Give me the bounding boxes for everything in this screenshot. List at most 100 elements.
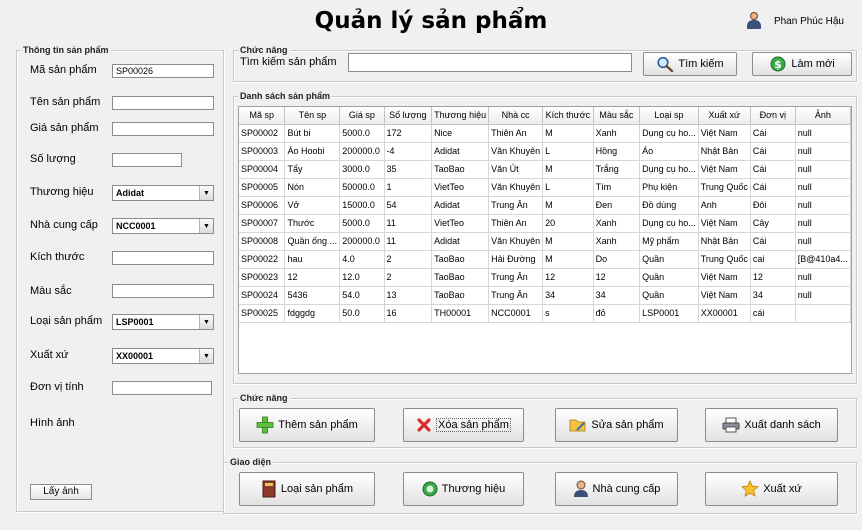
supplier-combobox[interactable]: NCC0001 ▼ [112, 218, 214, 234]
delete-product-label: Xóa sản phẩm [436, 418, 511, 432]
table-cell: null [795, 214, 851, 233]
table-cell: Hải Đường [488, 250, 544, 269]
product-table[interactable]: Mã sp Tên sp Giá sp Số lượng Thương hiệu… [238, 106, 852, 374]
table-cell: Văn Khuyên [488, 142, 544, 161]
table-cell: Quần ống ... [284, 232, 341, 251]
table-cell: SP00006 [239, 196, 286, 215]
table-cell: Bút bi [284, 124, 341, 143]
table-cell: Xanh [593, 124, 641, 143]
table-row[interactable]: SP00004 Tẩy 3000.0 35 TaoBao Văn Út M Trắng Dụng… [239, 160, 851, 179]
edit-product-button[interactable]: Sửa sản phẩm [555, 408, 678, 442]
product-code-input[interactable]: SP00026 [112, 64, 214, 78]
size-label: Kích thước [30, 251, 85, 263]
category-nav-button[interactable]: Loại sản phẩm [239, 472, 375, 506]
search-button[interactable]: Tìm kiếm [643, 52, 737, 76]
supplier-nav-button[interactable]: Nhà cung cấp [555, 472, 678, 506]
column-header[interactable]: Tên sp [284, 107, 341, 125]
table-cell: TaoBao [431, 286, 490, 305]
column-header[interactable]: Loại sp [639, 107, 699, 125]
delete-product-button[interactable]: Xóa sản phẩm [403, 408, 524, 442]
export-list-button[interactable]: Xuất danh sách [705, 408, 838, 442]
unit-label: Đơn vị tính [30, 381, 84, 393]
column-header[interactable]: Đơn vị [750, 107, 796, 125]
table-cell: M [542, 124, 594, 143]
brand-nav-label: Thương hiệu [441, 483, 506, 495]
table-cell: Adidat [431, 232, 490, 251]
table-cell: Mỹ phẩm [639, 232, 699, 251]
product-list-title: Danh sách sản phẩm [238, 90, 333, 102]
column-header[interactable]: Giá sp [339, 107, 385, 125]
chevron-down-icon[interactable]: ▼ [199, 219, 213, 233]
table-cell: 11 [384, 214, 433, 233]
table-cell: Xanh [593, 232, 641, 251]
table-cell: Xanh [593, 214, 641, 233]
chevron-down-icon[interactable]: ▼ [199, 349, 213, 363]
brand-nav-button[interactable]: Thương hiệu [403, 472, 524, 506]
category-combobox[interactable]: LSP0001 ▼ [112, 314, 214, 330]
table-cell: Cái [750, 160, 796, 179]
table-cell: 12.0 [339, 268, 385, 287]
table-row[interactable]: SP00008 Quần ống ... 200000.0 11 Adidat Văn K… [239, 232, 851, 251]
search-input[interactable] [348, 53, 632, 72]
table-cell: 12 [542, 268, 594, 287]
table-cell: null [795, 142, 851, 161]
product-price-input[interactable] [112, 122, 214, 136]
table-cell: Vở [284, 196, 341, 215]
column-header[interactable]: Nhà cc [488, 107, 544, 125]
column-header[interactable]: Mã sp [239, 107, 286, 125]
chevron-down-icon[interactable]: ▼ [199, 315, 213, 329]
table-cell: SP00007 [239, 214, 286, 233]
table-row[interactable]: SP00003 Áo Hoobi 200000.0 -4 Adidat Văn Khuyê… [239, 142, 851, 161]
table-cell: 15000.0 [339, 196, 385, 215]
table-cell: Áo [639, 142, 699, 161]
column-header[interactable]: Số lượng [384, 107, 433, 125]
quantity-input[interactable] [112, 153, 182, 167]
chevron-down-icon[interactable]: ▼ [199, 186, 213, 200]
origin-nav-button[interactable]: Xuất xứ [705, 472, 838, 506]
add-product-button[interactable]: Thêm sản phẩm [239, 408, 375, 442]
refresh-button[interactable]: $ Làm mới [752, 52, 852, 76]
table-cell: Adidat [431, 142, 490, 161]
table-cell: Trung Quốc [698, 250, 751, 269]
table-cell: 50000.0 [339, 178, 385, 197]
column-header[interactable]: Ảnh [795, 107, 851, 125]
table-row[interactable]: SP00006 Vở 15000.0 54 Adidat Trung Ân M Đen Đồ d… [239, 196, 851, 215]
table-row[interactable]: SP00002 Bút bi 5000.0 172 Nice Thiên An M Xanh D… [239, 124, 851, 143]
table-cell: M [542, 196, 594, 215]
origin-combobox[interactable]: XX00001 ▼ [112, 348, 214, 364]
size-input[interactable] [112, 251, 214, 265]
table-cell: 5000.0 [339, 214, 385, 233]
table-row[interactable]: SP00007 Thước 5000.0 11 VietTeo Thiên An 20 Xan… [239, 214, 851, 233]
table-cell: TH00001 [431, 304, 490, 323]
brand-combobox[interactable]: Adidat ▼ [112, 185, 214, 201]
table-row[interactable]: SP00023 12 12.0 2 TaoBao Trung Ân 12 12 Quần Việt… [239, 268, 851, 287]
table-cell: VietTeo [431, 178, 490, 197]
table-cell: Nhật Bản [698, 232, 751, 251]
product-name-input[interactable] [112, 96, 214, 110]
category-combobox-value: LSP0001 [116, 317, 154, 327]
table-row[interactable]: SP00022 hau 4.0 2 TaoBao Hải Đường M Do Quần Trun… [239, 250, 851, 269]
table-cell: null [795, 196, 851, 215]
origin-combobox-value: XX00001 [116, 351, 154, 361]
column-header[interactable]: Xuất xứ [698, 107, 751, 125]
table-cell: 11 [384, 232, 433, 251]
table-row[interactable]: SP00025 fdggdg 50.0 16 TH00001 NCC0001 s đỏ LSP0… [239, 304, 851, 323]
color-input[interactable] [112, 284, 214, 298]
table-cell: Thước [284, 214, 341, 233]
table-cell: Quần [639, 286, 699, 305]
column-header[interactable]: Màu sắc [593, 107, 641, 125]
table-cell: L [542, 178, 594, 197]
column-header[interactable]: Kích thước [542, 107, 594, 125]
table-row[interactable]: SP00024 5436 54.0 13 TaoBao Trung Ân 34 34 Quần V… [239, 286, 851, 305]
unit-input[interactable] [112, 381, 212, 395]
printer-icon [722, 417, 740, 433]
column-header[interactable]: Thương hiệu [431, 107, 490, 125]
get-image-button[interactable]: Lấy ảnh [30, 484, 92, 500]
table-cell: Quần [639, 268, 699, 287]
table-cell: 5000.0 [339, 124, 385, 143]
table-row[interactable]: SP00005 Nón 50000.0 1 VietTeo Văn Khuyên L Tím P… [239, 178, 851, 197]
product-price-label: Giá sản phẩm [30, 122, 99, 134]
table-cell: Văn Út [488, 160, 544, 179]
table-cell: Tẩy [284, 160, 341, 179]
table-cell: Văn Khuyên [488, 178, 544, 197]
